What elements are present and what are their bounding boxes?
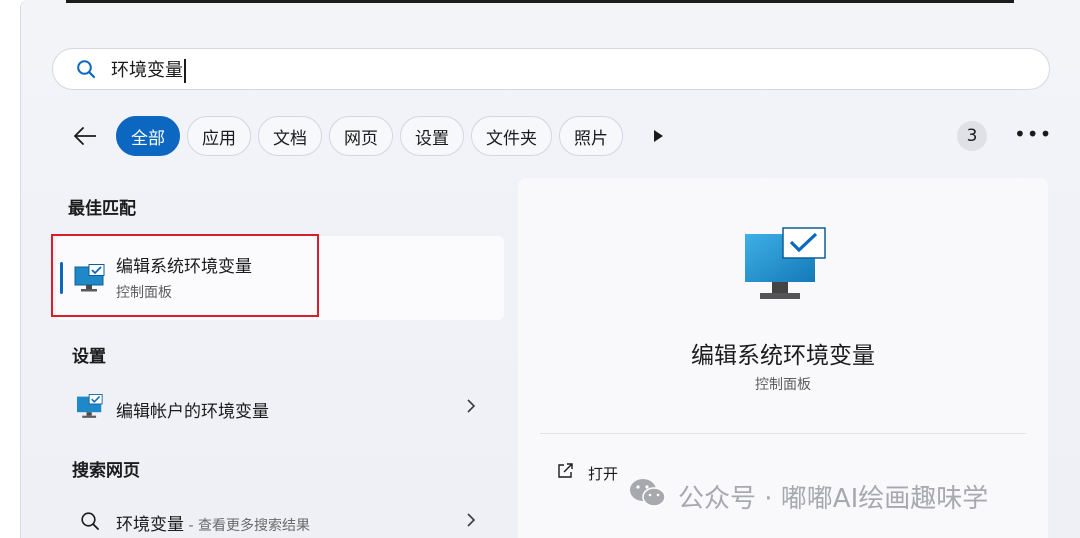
back-arrow-icon[interactable] xyxy=(70,121,100,151)
chevron-right-icon[interactable] xyxy=(466,398,476,419)
top-bar xyxy=(66,0,1014,3)
text-caret xyxy=(184,58,186,83)
filter-chip-all[interactable]: 全部 xyxy=(116,116,180,156)
web-search-heading: 搜索网页 xyxy=(72,461,140,481)
watermark: 公众号 · 嘟嘟AI绘画趣味学 xyxy=(628,477,988,516)
open-label: 打开 xyxy=(588,464,619,483)
web-search-item[interactable]: 环境变量 - 查看更多搜索结果 xyxy=(116,510,310,535)
settings-item-title[interactable]: 编辑帐户的环境变量 xyxy=(116,397,269,422)
more-filters-icon[interactable] xyxy=(652,128,664,144)
detail-subtitle: 控制面板 xyxy=(755,377,811,393)
chevron-right-icon[interactable] xyxy=(466,512,476,533)
ellipsis-icon[interactable]: ••• xyxy=(1014,122,1052,146)
monitor-check-icon xyxy=(743,226,831,308)
search-icon xyxy=(75,58,97,80)
open-action[interactable]: 打开 xyxy=(556,462,618,484)
wechat-icon xyxy=(628,477,668,516)
monitor-check-icon xyxy=(76,394,104,424)
filter-chip-photos[interactable]: 照片 xyxy=(559,116,623,156)
settings-heading: 设置 xyxy=(72,347,106,367)
watermark-text: 公众号 · 嘟嘟AI绘画趣味学 xyxy=(678,484,989,514)
red-highlight-box xyxy=(51,234,319,317)
filter-chip-apps[interactable]: 应用 xyxy=(187,116,251,156)
search-input[interactable]: 环境变量 xyxy=(111,56,186,83)
filter-chip-documents[interactable]: 文档 xyxy=(258,116,322,156)
filter-chip-settings[interactable]: 设置 xyxy=(400,116,464,156)
web-search-query: 环境变量 xyxy=(116,515,184,535)
divider xyxy=(540,433,1026,434)
filter-bar: 全部 应用 文档 网页 设置 文件夹 照片 xyxy=(70,114,664,158)
filter-chip-folders[interactable]: 文件夹 xyxy=(471,116,552,156)
search-icon xyxy=(80,511,100,535)
detail-title: 编辑系统环境变量 xyxy=(691,343,875,369)
filter-chip-web[interactable]: 网页 xyxy=(329,116,393,156)
search-box[interactable]: 环境变量 xyxy=(52,48,1050,90)
best-match-heading: 最佳匹配 xyxy=(68,199,136,219)
search-input-value: 环境变量 xyxy=(111,59,183,81)
result-count-badge[interactable]: 3 xyxy=(957,121,987,151)
web-search-hint: - 查看更多搜索结果 xyxy=(184,518,310,534)
open-external-icon xyxy=(556,462,574,484)
